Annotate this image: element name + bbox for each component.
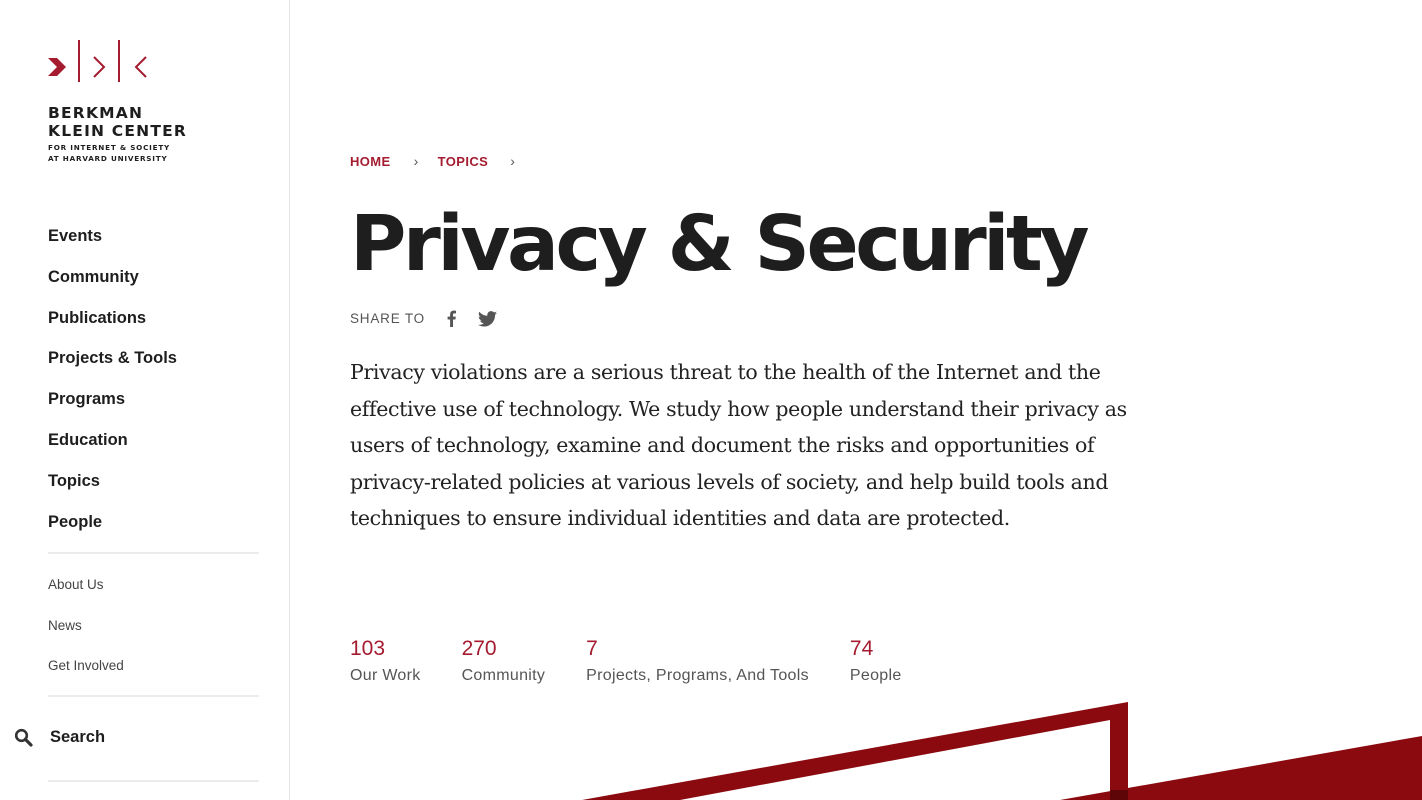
stat-label: Our Work <box>350 667 421 684</box>
search-icon <box>14 728 33 747</box>
stat-count: 270 <box>461 637 497 660</box>
nav-item-get-involved[interactable]: Get Involved <box>48 657 259 698</box>
breadcrumb-topics[interactable]: TOPICS <box>438 154 489 169</box>
main-nav: Events Community Publications Projects &… <box>48 226 259 552</box>
topic-stats: 103 Our Work 270 Community 7 Projects, P… <box>350 636 943 689</box>
stat-label: Projects, Programs, And Tools <box>586 667 809 684</box>
stat-count: 74 <box>849 637 874 660</box>
stat-count: 103 <box>350 637 386 660</box>
breadcrumb-separator: › <box>510 153 516 169</box>
page-title: Privacy & Security <box>350 200 1090 289</box>
nav-item-topics[interactable]: Topics <box>48 471 259 512</box>
logo-subline-2: AT HARVARD UNIVERSITY <box>48 154 168 163</box>
stat-our-work[interactable]: 103 Our Work <box>350 636 421 689</box>
logo-subline-1: FOR INTERNET & SOCIETY <box>48 143 171 152</box>
topic-description: Privacy violations are a serious threat … <box>350 360 1127 530</box>
bkc-logo-mark-icon <box>48 40 147 82</box>
nav-divider <box>48 695 259 697</box>
nav-item-projects-tools[interactable]: Projects & Tools <box>48 348 259 389</box>
nav-divider <box>48 552 259 554</box>
stat-projects-programs-tools[interactable]: 7 Projects, Programs, And Tools <box>586 636 809 689</box>
bkc-logo[interactable]: BERKMAN KLEIN CENTER FOR INTERNET & SOCI… <box>48 40 208 164</box>
logo-line-1: BERKMAN <box>48 104 144 122</box>
search-button[interactable]: Search <box>14 728 105 747</box>
stat-people[interactable]: 74 People <box>850 636 902 689</box>
breadcrumb: HOME › TOPICS › <box>350 153 534 169</box>
sidebar: BERKMAN KLEIN CENTER FOR INTERNET & SOCI… <box>0 0 290 800</box>
stat-label: People <box>849 667 902 684</box>
nav-divider <box>48 780 259 782</box>
breadcrumb-home[interactable]: HOME <box>350 154 391 169</box>
share-label: SHARE TO <box>350 311 425 326</box>
nav-item-community[interactable]: Community <box>48 267 259 308</box>
share-bar: SHARE TO <box>350 310 497 327</box>
stat-label: Community <box>461 667 546 684</box>
nav-item-news[interactable]: News <box>48 617 259 658</box>
twitter-icon[interactable] <box>477 310 497 327</box>
search-label: Search <box>50 728 106 746</box>
decorative-red-shapes <box>582 702 1422 800</box>
breadcrumb-separator: › <box>413 153 419 169</box>
facebook-icon[interactable] <box>447 310 456 327</box>
stat-community[interactable]: 270 Community <box>462 636 546 689</box>
nav-item-events[interactable]: Events <box>48 226 259 267</box>
nav-item-people[interactable]: People <box>48 512 259 553</box>
nav-item-publications[interactable]: Publications <box>48 308 259 349</box>
nav-item-about-us[interactable]: About Us <box>48 576 259 617</box>
stat-count: 7 <box>586 637 598 660</box>
secondary-nav: About Us News Get Involved <box>48 576 259 698</box>
logo-line-2: KLEIN CENTER <box>48 122 188 140</box>
nav-item-programs[interactable]: Programs <box>48 389 259 430</box>
nav-item-education[interactable]: Education <box>48 430 259 471</box>
